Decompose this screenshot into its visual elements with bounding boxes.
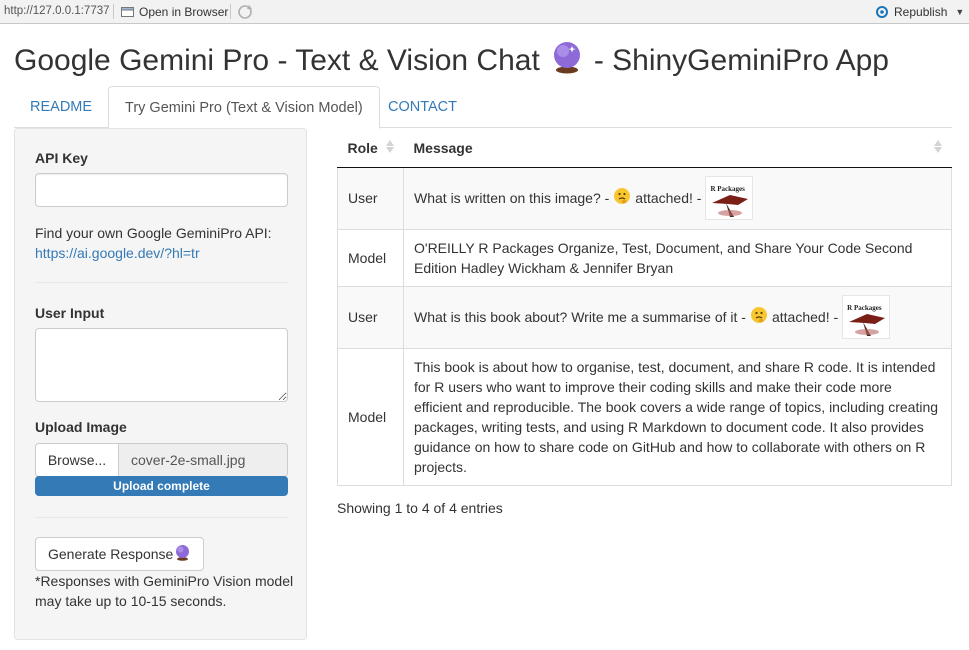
chat-history-table: Role Message User What is written on thi…: [337, 129, 952, 486]
generate-response-button[interactable]: Generate Response: [35, 537, 205, 571]
republish-button[interactable]: Republish ▼: [874, 3, 964, 21]
tab-try-gemini-pro[interactable]: Try Gemini Pro (Text & Vision Model): [108, 86, 380, 129]
crystal-ball-icon: [174, 544, 191, 564]
upload-image-label: Upload Image: [35, 419, 127, 435]
tab-contact[interactable]: CONTACT: [372, 86, 473, 128]
user-input-label: User Input: [35, 305, 105, 321]
thinking-face-icon: [750, 306, 768, 329]
browse-button[interactable]: Browse...: [35, 443, 119, 477]
title-text: Google Gemini Pro - Text & Vision Chat: [14, 44, 540, 77]
generate-response-label: Generate Response: [48, 546, 174, 562]
message-text: What is this book about? Write me a summ…: [414, 309, 746, 325]
column-header-role-label: Role: [347, 139, 378, 156]
upload-progress-fill: Upload complete: [35, 476, 288, 496]
divider: [35, 517, 288, 518]
api-help: Find your own Google GeminiPro API: http…: [35, 223, 295, 263]
table-row: Model This book is about how to organise…: [337, 347, 952, 486]
generate-note: *Responses with GeminiPro Vision model m…: [35, 573, 294, 609]
column-header-message[interactable]: Message: [403, 129, 952, 168]
book-cover-thumbnail: R Packages: [705, 176, 754, 220]
role-cell: Model: [337, 347, 404, 486]
message-text: What is written on this image? -: [414, 190, 610, 206]
sort-arrows-icon: [933, 140, 942, 153]
sidebar-panel: API Key Find your own Google GeminiPro A…: [14, 128, 307, 640]
message-cell: What is this book about? Write me a summ…: [403, 285, 952, 348]
chevron-down-icon: ▼: [955, 7, 965, 17]
open-in-browser-button[interactable]: Open in Browser: [121, 3, 228, 21]
user-input-textarea[interactable]: [35, 328, 288, 402]
tab-readme[interactable]: README: [14, 86, 108, 128]
message-cell: O'REILLY R Packages Organize, Test, Docu…: [403, 228, 952, 286]
republish-label: Republish: [894, 5, 948, 19]
toolbar-divider: [113, 4, 114, 19]
sort-arrows-icon: [385, 140, 394, 153]
message-cell: What is written on this image? - attache…: [403, 167, 952, 229]
crystal-ball-icon: [550, 40, 584, 82]
table-row: Model O'REILLY R Packages Organize, Test…: [337, 228, 952, 286]
file-name-field: cover-2e-small.jpg: [119, 443, 288, 477]
open-in-browser-label: Open in Browser: [139, 5, 229, 19]
message-suffix: attached! -: [635, 190, 702, 206]
refresh-icon[interactable]: [236, 3, 254, 21]
republish-icon: [876, 6, 888, 18]
table-info: Showing 1 to 4 of 4 entries: [337, 500, 503, 516]
role-cell: User: [337, 285, 404, 348]
role-cell: User: [337, 167, 404, 229]
browser-window-icon: [121, 7, 134, 17]
book-cover-thumbnail: R Packages: [842, 295, 891, 339]
api-help-text: Find your own Google GeminiPro API:: [35, 225, 272, 241]
divider: [35, 282, 288, 283]
title-app-name: - ShinyGeminiPro App: [593, 44, 889, 77]
column-header-role[interactable]: Role: [337, 129, 404, 168]
file-upload-group: Browse... cover-2e-small.jpg: [35, 443, 288, 477]
tab-bar: README Try Gemini Pro (Text & Vision Mod…: [14, 86, 952, 129]
page-title: Google Gemini Pro - Text & Vision Chat -…: [14, 40, 889, 82]
table-row: User What is written on this image? - at…: [337, 167, 952, 229]
api-key-input[interactable]: [35, 173, 288, 207]
viewer-toolbar: http://127.0.0.1:7737 Open in Browser Re…: [0, 0, 969, 24]
toolbar-divider: [230, 4, 231, 19]
upload-progress-bar: Upload complete: [35, 476, 288, 496]
column-header-message-label: Message: [413, 139, 473, 156]
message-suffix: attached! -: [771, 309, 839, 325]
message-cell: This book is about how to organise, test…: [403, 347, 952, 486]
table-row: User What is this book about? Write me a…: [337, 285, 952, 348]
api-key-label: API Key: [35, 150, 88, 166]
thinking-face-icon: [613, 187, 631, 210]
url-text: http://127.0.0.1:7737: [4, 5, 110, 17]
role-cell: Model: [337, 228, 404, 286]
api-help-link[interactable]: https://ai.google.dev/?hl=tr: [35, 245, 200, 261]
